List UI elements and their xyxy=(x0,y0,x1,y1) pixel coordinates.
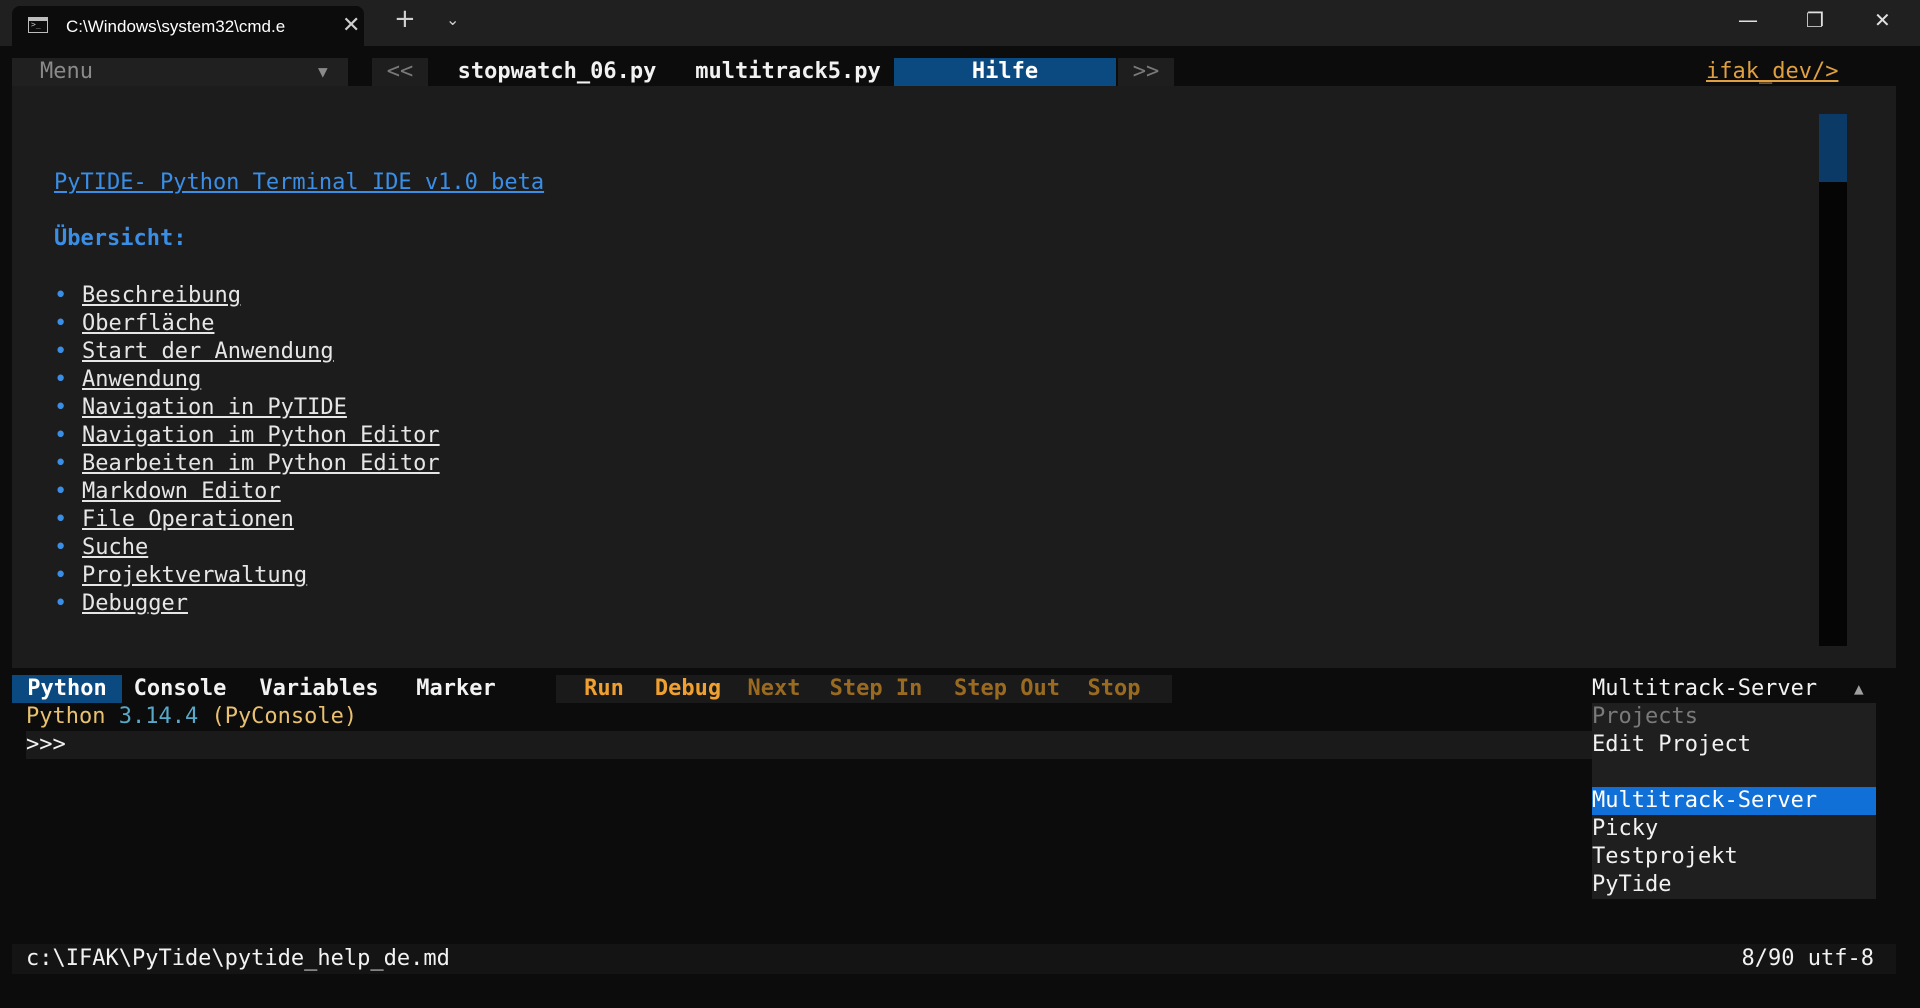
tab-hilfe[interactable]: Hilfe xyxy=(894,58,1116,86)
menu-dropdown[interactable]: Menu ▼ xyxy=(12,58,348,86)
toc-link[interactable]: Beschreibung xyxy=(82,283,241,308)
cursor-encoding: 8/90 utf-8 xyxy=(1741,946,1874,971)
help-viewer: PyTIDE- Python Terminal IDE v1.0 beta Üb… xyxy=(12,86,1896,668)
toc-item: • Anwendung xyxy=(54,366,440,394)
toc-link[interactable]: Markdown Editor xyxy=(82,479,281,504)
tab-multitrack[interactable]: multitrack5.py xyxy=(678,58,898,86)
toc-link[interactable]: Debugger xyxy=(82,591,188,616)
console-banner: Python 3.14.4 (PyConsole) xyxy=(26,703,357,731)
toc-item: • Debugger xyxy=(54,590,440,618)
menu-label: Menu xyxy=(40,59,93,84)
bullet-icon: • xyxy=(54,507,68,532)
toc-item: • Start der Anwendung xyxy=(54,338,440,366)
step-in-button[interactable]: Step In xyxy=(818,675,934,703)
bullet-icon: • xyxy=(54,535,68,560)
next-tab-button[interactable]: >> xyxy=(1118,58,1174,86)
project-selector[interactable]: Multitrack-Server ▲ xyxy=(1592,675,1876,703)
chevron-up-icon: ▲ xyxy=(1854,679,1864,698)
edit-project-item[interactable]: Edit Project xyxy=(1592,731,1876,759)
help-title[interactable]: PyTIDE- Python Terminal IDE v1.0 beta xyxy=(54,170,544,195)
console-suffix: (PyConsole) xyxy=(198,704,358,729)
tab-stopwatch[interactable]: stopwatch_06.py xyxy=(442,58,672,86)
current-project: Multitrack-Server xyxy=(1592,676,1818,701)
toc-link[interactable]: Bearbeiten im Python Editor xyxy=(82,451,440,476)
toc-item: • File Operationen xyxy=(54,506,440,534)
toc-link[interactable]: Projektverwaltung xyxy=(82,563,307,588)
toc-item: • Projektverwaltung xyxy=(54,562,440,590)
bullet-icon: • xyxy=(54,479,68,504)
debug-button[interactable]: Debug xyxy=(642,675,734,703)
toc-link[interactable]: Start der Anwendung xyxy=(82,339,334,364)
file-path: c:\IFAK\PyTide\pytide_help_de.md xyxy=(26,946,450,971)
toc-item: • Navigation in PyTIDE xyxy=(54,394,440,422)
scrollbar-thumb[interactable] xyxy=(1819,114,1847,182)
console-prompt: >>> xyxy=(26,732,66,757)
console-input[interactable]: >>> xyxy=(26,731,1596,759)
bullet-icon: • xyxy=(54,367,68,392)
toc-item: • Oberfläche xyxy=(54,310,440,338)
stop-button[interactable]: Stop xyxy=(1078,675,1150,703)
project-item-testprojekt[interactable]: Testprojekt xyxy=(1592,843,1876,871)
tab-title: C:\Windows\system32\cmd.e xyxy=(66,17,286,36)
window-titlebar: C:\Windows\system32\cmd.e ✕ + ⌄ — ❐ ✕ xyxy=(0,0,1920,46)
bullet-icon: • xyxy=(54,311,68,336)
bullet-icon: • xyxy=(54,591,68,616)
toc-item: • Bearbeiten im Python Editor xyxy=(54,450,440,478)
bullet-icon: • xyxy=(54,423,68,448)
dropdown-arrow-icon: ▼ xyxy=(318,62,328,81)
help-subtitle: Übersicht: xyxy=(54,226,187,251)
next-button[interactable]: Next xyxy=(734,675,814,703)
scrollbar[interactable] xyxy=(1819,114,1847,646)
toc-link[interactable]: Navigation in PyTIDE xyxy=(82,395,347,420)
bullet-icon: • xyxy=(54,283,68,308)
close-window-button[interactable]: ✕ xyxy=(1874,8,1891,32)
chevron-down-icon[interactable]: ⌄ xyxy=(446,10,459,29)
toc-item: • Markdown Editor xyxy=(54,478,440,506)
project-list: Projects Edit Project Multitrack-Server … xyxy=(1592,703,1876,899)
step-out-button[interactable]: Step Out xyxy=(944,675,1070,703)
prev-tab-button[interactable]: << xyxy=(372,58,428,86)
project-item-multitrack-server[interactable]: Multitrack-Server xyxy=(1592,787,1876,815)
toc-item: • Navigation im Python Editor xyxy=(54,422,440,450)
project-item-picky[interactable]: Picky xyxy=(1592,815,1876,843)
tab-console[interactable]: Console xyxy=(124,675,236,703)
python-version: 3.14.4 xyxy=(118,704,199,729)
bullet-icon: • xyxy=(54,451,68,476)
toc-link[interactable]: File Operationen xyxy=(82,507,294,532)
tab-marker[interactable]: Marker xyxy=(404,675,508,703)
run-button[interactable]: Run xyxy=(564,675,644,703)
toc-item: • Beschreibung xyxy=(54,282,440,310)
toc-item: • Suche xyxy=(54,534,440,562)
status-bar: c:\IFAK\PyTide\pytide_help_de.md 8/90 ut… xyxy=(12,944,1896,974)
top-menu-bar: Menu ▼ << stopwatch_06.py multitrack5.py… xyxy=(12,58,1908,86)
toc-list: • Beschreibung • Oberfläche • Start der Anw… xyxy=(54,282,440,618)
bullet-icon: • xyxy=(54,395,68,420)
minimize-button[interactable]: — xyxy=(1738,8,1758,32)
terminal-area: Menu ▼ << stopwatch_06.py multitrack5.py… xyxy=(12,46,1908,996)
toc-link[interactable]: Anwendung xyxy=(82,367,201,392)
new-tab-button[interactable]: + xyxy=(394,4,416,34)
toc-link[interactable]: Suche xyxy=(82,535,148,560)
tab-variables[interactable]: Variables xyxy=(248,675,390,703)
maximize-button[interactable]: ❐ xyxy=(1806,8,1824,32)
tab-python[interactable]: Python xyxy=(12,675,122,703)
toc-link[interactable]: Navigation im Python Editor xyxy=(82,423,440,448)
toc-link[interactable]: Oberfläche xyxy=(82,311,214,336)
brand-link[interactable]: ifak_dev/> xyxy=(1706,58,1838,86)
bullet-icon: • xyxy=(54,339,68,364)
terminal-tab[interactable]: C:\Windows\system32\cmd.e ✕ xyxy=(12,6,364,46)
bullet-icon: • xyxy=(54,563,68,588)
projects-header: Projects xyxy=(1592,704,1698,729)
console-label: Python xyxy=(26,704,119,729)
terminal-icon xyxy=(28,17,48,33)
close-tab-icon[interactable]: ✕ xyxy=(342,12,360,38)
project-item-pytide[interactable]: PyTide xyxy=(1592,871,1876,899)
